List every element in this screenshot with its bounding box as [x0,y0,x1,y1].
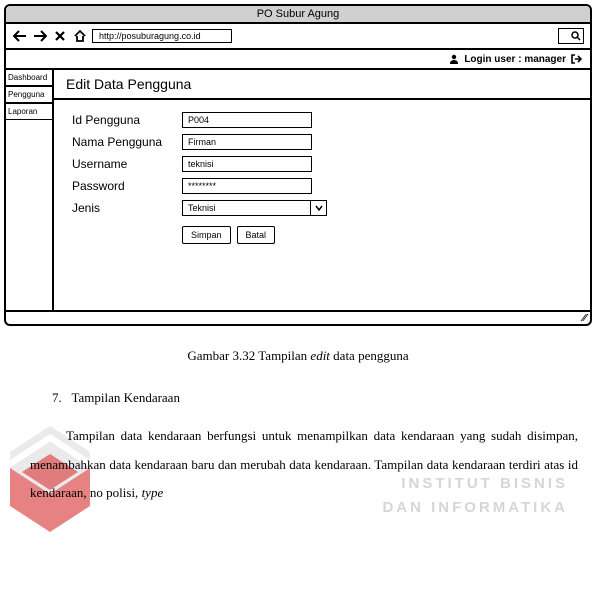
section-heading: 7. Tampilan Kendaraan [52,390,596,406]
edit-form: Id Pengguna P004 Nama Pengguna Firman Us… [54,100,590,256]
login-user-label: Login user : manager [464,54,566,65]
input-username[interactable]: teknisi [182,156,312,172]
input-nama[interactable]: Firman [182,134,312,150]
select-jenis-value: Teknisi [182,200,311,216]
window-title: PO Subur Agung [6,6,590,24]
panel-title: Edit Data Pengguna [54,70,590,100]
input-id[interactable]: P004 [182,112,312,128]
browser-mockup: PO Subur Agung http://posuburagung.co.id… [4,4,592,326]
sidebar-item-laporan[interactable]: Laporan [6,103,52,120]
close-icon[interactable] [52,28,68,44]
save-button[interactable]: Simpan [182,226,231,244]
chevron-down-icon[interactable] [311,200,327,216]
resize-grip-icon[interactable]: ⁄⁄ [583,313,586,324]
cancel-button[interactable]: Batal [237,226,276,244]
label-jenis: Jenis [72,201,182,215]
home-icon[interactable] [72,28,88,44]
body-paragraph: Tampilan data kendaraan berfungsi untuk … [30,422,578,508]
logout-icon[interactable] [570,53,582,65]
label-username: Username [72,157,182,171]
user-bar: Login user : manager [6,50,590,70]
url-input[interactable]: http://posuburagung.co.id [92,29,232,43]
label-nama: Nama Pengguna [72,135,182,149]
input-password[interactable]: ******** [182,178,312,194]
label-password: Password [72,179,182,193]
forward-icon[interactable] [32,28,48,44]
figure-caption: Gambar 3.32 Tampilan edit data pengguna [0,348,596,364]
back-icon[interactable] [12,28,28,44]
status-bar: ⁄⁄ [6,310,590,324]
sidebar-item-dashboard[interactable]: Dashboard [6,70,52,86]
search-box[interactable] [558,28,584,44]
user-icon [448,53,460,65]
select-jenis[interactable]: Teknisi [182,200,327,216]
sidebar-item-pengguna[interactable]: Pengguna [6,86,52,103]
label-id: Id Pengguna [72,113,182,127]
sidebar: Dashboard Pengguna Laporan [6,70,54,310]
browser-toolbar: http://posuburagung.co.id [6,24,590,50]
search-icon [571,31,581,41]
content-panel: Edit Data Pengguna Id Pengguna P004 Nama… [54,70,590,310]
